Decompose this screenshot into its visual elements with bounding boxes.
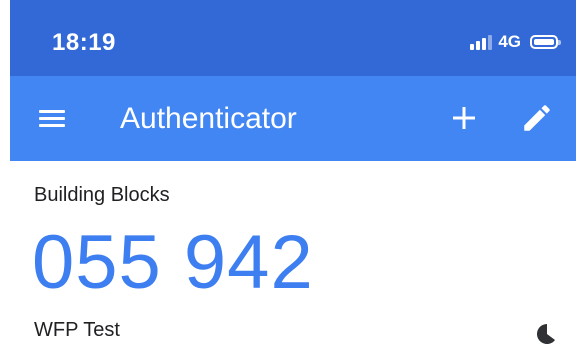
network-type: 4G: [498, 32, 521, 51]
verification-code[interactable]: 055 942: [32, 218, 314, 308]
add-icon-horizontal-stroke: [453, 116, 475, 120]
left-edge: [0, 0, 10, 358]
account-name: WFP Test: [34, 319, 120, 341]
authenticator-screen: 18:19 4G Authenticator Building Blocks 0…: [0, 0, 576, 358]
account-issuer: Building Blocks: [34, 184, 170, 206]
pencil-icon: [524, 105, 550, 131]
status-indicators: 4G: [470, 32, 561, 52]
account-list: Building Blocks 055 942 WFP Test: [10, 161, 576, 358]
app-bar: Authenticator: [10, 76, 576, 161]
edit-icon[interactable]: [520, 101, 554, 135]
countdown-timer-icon: [537, 324, 557, 344]
add-icon[interactable]: [450, 104, 478, 132]
app-title: Authenticator: [120, 102, 297, 135]
signal-strength-icon: [470, 34, 493, 50]
menu-icon[interactable]: [39, 107, 65, 129]
status-bar: 18:19 4G: [10, 0, 576, 76]
status-time: 18:19: [52, 29, 116, 56]
battery-full-icon: [530, 35, 561, 49]
